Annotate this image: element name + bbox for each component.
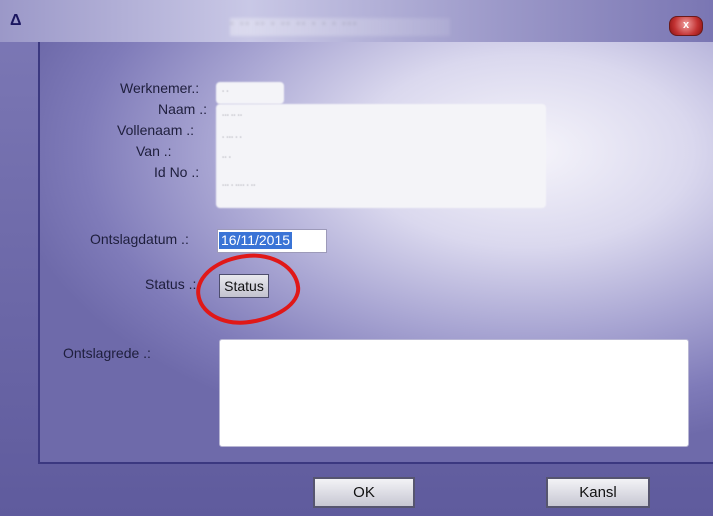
ok-button[interactable]: OK: [313, 477, 415, 508]
window-title: · ·· ·· · ·· ·· · · · ···: [230, 18, 450, 36]
naam-label: Naam .:: [158, 101, 208, 117]
status-label: Status .:: [145, 276, 197, 292]
close-button[interactable]: x: [669, 16, 703, 36]
employee-details-field: [216, 104, 546, 208]
werknemer-value: · ·: [222, 88, 229, 95]
triangle-icon: Δ: [10, 12, 22, 29]
vollenaam-value: · ··· · ·: [222, 134, 242, 141]
idno-label: Id No .:: [154, 164, 200, 180]
ontslagdatum-input[interactable]: 16/11/2015: [217, 229, 327, 253]
vollenaam-label: Vollenaam .:: [117, 122, 195, 138]
ontslagrede-textarea[interactable]: [219, 339, 689, 447]
close-icon: x: [682, 19, 690, 31]
ontslagrede-label: Ontslagrede .:: [63, 345, 151, 361]
ontslagdatum-label: Ontslagdatum .:: [90, 231, 189, 247]
werknemer-label: Werknemer.:: [120, 80, 200, 96]
naam-value: ··· ·· ··: [222, 112, 243, 119]
van-value: ·· ·: [222, 154, 231, 161]
ontslagdatum-value: 16/11/2015: [219, 232, 293, 249]
title-bar[interactable]: Δ · ·· ·· · ·· ·· · · · ··· x: [0, 0, 713, 42]
dialog-window: Δ · ·· ·· · ·· ·· · · · ··· x Werknemer.…: [0, 0, 713, 516]
cancel-button[interactable]: Kansl: [546, 477, 650, 508]
idno-value: ··· · ···· · ··: [222, 182, 256, 189]
van-label: Van .:: [136, 143, 172, 159]
